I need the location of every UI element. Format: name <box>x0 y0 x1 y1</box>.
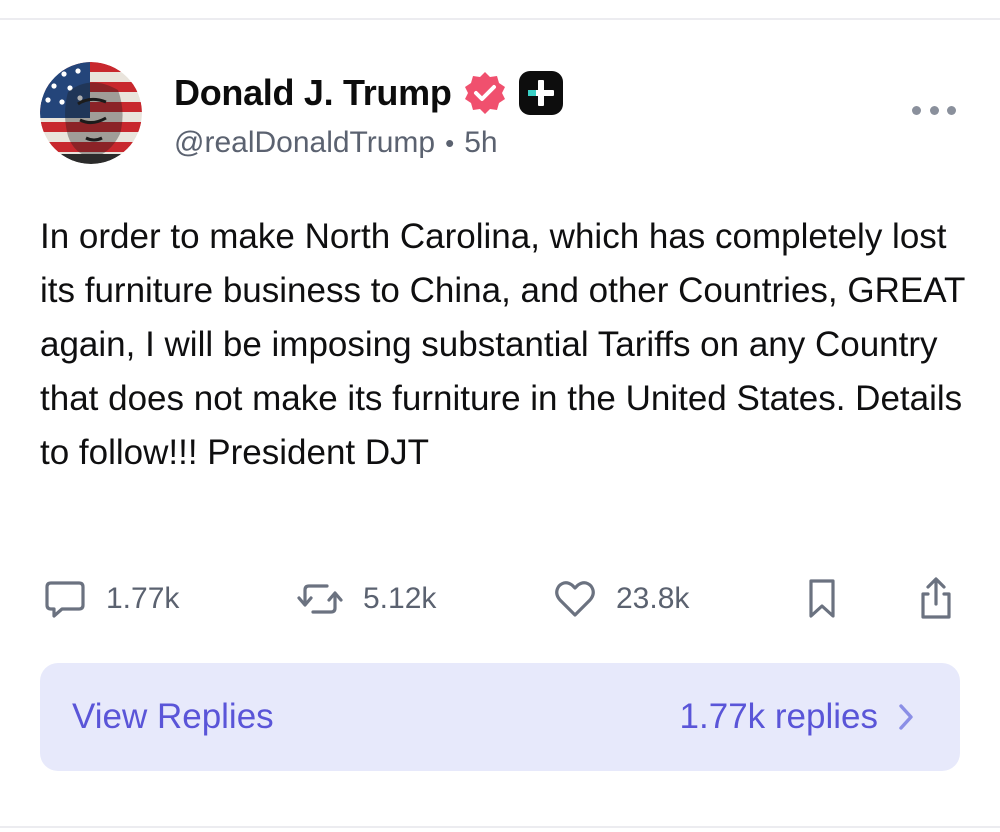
name-row: Donald J. Trump <box>174 70 564 116</box>
heart-icon <box>555 581 595 617</box>
separator-dot: • <box>445 127 455 158</box>
replies-count-group: 1.77k replies <box>680 663 916 771</box>
handle[interactable]: @realDonaldTrump <box>174 126 435 160</box>
share-icon <box>921 577 951 619</box>
bookmark-button[interactable] <box>802 574 842 624</box>
post-body: In order to make North Carolina, which h… <box>40 217 965 472</box>
action-bar: 1.77k 5.12k 23.8k <box>40 574 960 624</box>
bottom-divider <box>0 826 1000 832</box>
display-name[interactable]: Donald J. Trump <box>174 72 452 114</box>
repost-count: 5.12k <box>363 582 437 615</box>
chevron-right-icon <box>899 704 913 730</box>
like-count: 23.8k <box>616 582 690 615</box>
share-button[interactable] <box>914 574 958 624</box>
view-replies-button[interactable]: View Replies 1.77k replies <box>40 663 960 771</box>
flag-portrait-avatar-icon <box>40 62 142 164</box>
replies-count: 1.77k replies <box>679 697 878 736</box>
comment-icon <box>45 581 85 618</box>
view-replies-label: View Replies <box>72 697 274 736</box>
handle-row: @realDonaldTrump • 5h <box>174 126 498 160</box>
more-options-icon <box>912 105 921 115</box>
verified-badge-icon <box>462 70 508 116</box>
plus-badge-icon <box>518 70 564 116</box>
post-card: Donald J. Trump @realDonaldTrump • 5h In… <box>0 22 1000 824</box>
avatar[interactable] <box>40 62 142 164</box>
timestamp: 5h <box>464 126 498 159</box>
top-divider <box>0 0 1000 20</box>
comment-button[interactable]: 1.77k <box>40 574 179 624</box>
repost-button[interactable]: 5.12k <box>293 574 436 624</box>
bookmark-icon <box>809 579 835 618</box>
comment-count: 1.77k <box>106 582 180 615</box>
more-options-button[interactable] <box>912 98 956 122</box>
like-button[interactable]: 23.8k <box>550 574 689 624</box>
repost-icon <box>297 584 343 614</box>
